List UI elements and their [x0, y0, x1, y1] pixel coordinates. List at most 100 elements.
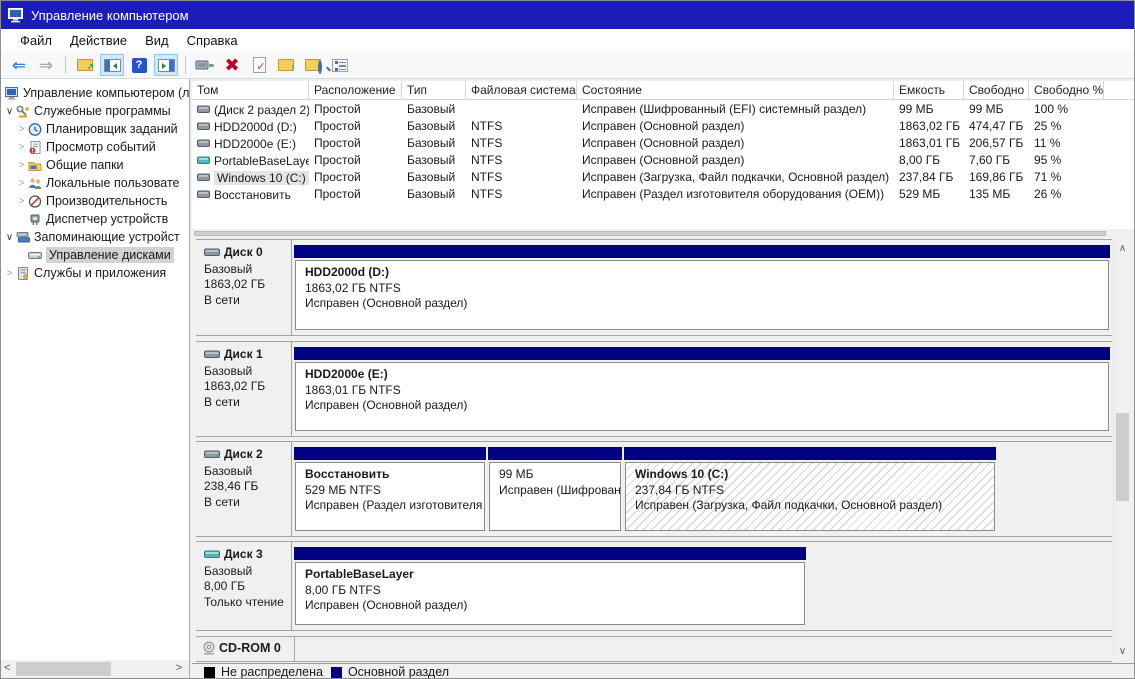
column-header-status[interactable]: Состояние — [577, 81, 894, 100]
partition-status: Исправен (Раздел изготовителя оборудован… — [305, 498, 484, 512]
disk2-info[interactable]: Диск 2 Базовый 238,46 ГБ В сети — [196, 442, 292, 536]
scroll-up-icon[interactable]: ∧ — [1114, 243, 1131, 254]
column-header-free[interactable]: Свободно — [964, 81, 1029, 100]
partition-efi[interactable]: 99 МБ Исправен (Шифрованный (EFI) систем… — [488, 447, 622, 531]
cdrom-separator — [294, 637, 295, 661]
help-button[interactable]: ? — [127, 54, 151, 76]
toolbar: ⇐ ⇒ ↗ ? ✖ ✓ ↑ — [1, 52, 1134, 79]
volume-capacity: 1863,01 ГБ — [899, 136, 961, 150]
disk-name: Диск 0 — [224, 245, 263, 259]
volume-row-hdd2000e[interactable]: HDD2000e (E:) — [192, 134, 309, 151]
show-action-pane-button[interactable] — [154, 54, 178, 76]
volume-row-windows10[interactable]: Windows 10 (C:) — [192, 168, 309, 185]
volume-row-disk2-part2[interactable]: (Диск 2 раздел 2) — [192, 100, 309, 117]
tree-item-performance[interactable]: > Производительность — [1, 192, 189, 210]
chevron-collapsed-icon[interactable]: > — [3, 268, 16, 279]
column-header-free-pct[interactable]: Свободно % — [1029, 81, 1104, 100]
volume-status: Исправен (Основной раздел) — [582, 119, 745, 133]
list-horizontal-scrollbar[interactable] — [192, 230, 1134, 237]
volume-status: Исправен (Раздел изготовителя оборудован… — [582, 187, 885, 201]
partition-windows10[interactable]: Windows 10 (C:) 237,84 ГБ NTFS Исправен … — [624, 447, 996, 531]
disk3-info[interactable]: Диск 3 Базовый 8,00 ГБ Только чтение — [196, 542, 292, 630]
column-header-volume[interactable]: Том — [192, 81, 309, 100]
tree-item-system-tools[interactable]: ∨ Служебные программы — [1, 102, 189, 120]
back-button[interactable]: ⇐ — [7, 54, 31, 76]
column-header-type[interactable]: Тип — [402, 81, 466, 100]
chevron-collapsed-icon[interactable]: > — [15, 196, 28, 207]
volume-icon — [197, 190, 210, 198]
partition-hdd2000e[interactable]: HDD2000e (E:) 1863,01 ГБ NTFS Исправен (… — [294, 347, 1110, 431]
disk-row-2: Диск 2 Базовый 238,46 ГБ В сети Восстано… — [196, 441, 1112, 537]
explore-button[interactable] — [301, 54, 325, 76]
disk2-strip: Восстановить 529 МБ NTFS Исправен (Разде… — [294, 442, 1110, 536]
tree-item-event-viewer[interactable]: > Просмотр событий — [1, 138, 189, 156]
tree-item-disk-management[interactable]: Управление дисками — [1, 246, 189, 264]
tree-item-computer-management[interactable]: Управление компьютером (л — [1, 84, 189, 102]
volume-capacity: 8,00 ГБ — [899, 153, 941, 167]
tree-item-label: Запоминающие устройст — [34, 230, 180, 244]
menu-view[interactable]: Вид — [136, 31, 178, 50]
back-icon: ⇐ — [11, 55, 27, 75]
menu-file[interactable]: Файл — [11, 31, 61, 50]
volume-capacity: 1863,02 ГБ — [899, 119, 961, 133]
scroll-left-icon[interactable]: < — [4, 662, 10, 674]
export-list-button[interactable]: ↗ — [73, 54, 97, 76]
disk0-info[interactable]: Диск 0 Базовый 1863,02 ГБ В сети — [196, 240, 292, 335]
partition-portablebaselayer[interactable]: PortableBaseLayer 8,00 ГБ NTFS Исправен … — [294, 547, 806, 625]
volume-icon — [197, 173, 210, 181]
column-header-filesystem[interactable]: Файловая система — [466, 81, 577, 100]
tree-item-task-scheduler[interactable]: > Планировщик заданий — [1, 120, 189, 138]
tree-item-storage[interactable]: ∨ Запоминающие устройст — [1, 228, 189, 246]
properties-button[interactable] — [328, 54, 352, 76]
delete-volume-button[interactable]: ✖ — [220, 54, 244, 76]
volume-row-recovery[interactable]: Восстановить — [192, 185, 309, 202]
cdrom-row[interactable]: CD-ROM 0 — [196, 636, 1112, 662]
tree-item-label: Производительность — [46, 194, 168, 208]
volume-filler — [1104, 117, 1134, 134]
chevron-expanded-icon[interactable]: ∨ — [3, 232, 16, 243]
show-console-tree-button[interactable] — [100, 54, 124, 76]
folder-up-button[interactable]: ↑ — [274, 54, 298, 76]
column-header-capacity[interactable]: Емкость — [894, 81, 964, 100]
disk1-info[interactable]: Диск 1 Базовый 1863,02 ГБ В сети — [196, 342, 292, 436]
menu-help[interactable]: Справка — [178, 31, 247, 50]
disk-state: В сети — [204, 494, 240, 509]
chevron-collapsed-icon[interactable]: > — [15, 124, 28, 135]
tree-item-local-users[interactable]: > Локальные пользовате — [1, 174, 189, 192]
scrollbar-thumb[interactable] — [1116, 413, 1129, 501]
chevron-expanded-icon[interactable]: ∨ — [3, 106, 16, 117]
menu-action[interactable]: Действие — [61, 31, 136, 50]
tree-item-device-manager[interactable]: Диспетчер устройств — [1, 210, 189, 228]
volume-free: 474,47 ГБ — [969, 119, 1024, 133]
volume-fs: NTFS — [471, 119, 503, 133]
scroll-right-icon[interactable]: > — [176, 662, 182, 674]
tree-item-shared-folders[interactable]: > Общие папки — [1, 156, 189, 174]
validate-button[interactable]: ✓ — [247, 54, 271, 76]
graph-vertical-scrollbar[interactable]: ∧ ∨ — [1113, 241, 1130, 659]
storage-icon — [16, 231, 30, 242]
partition-hdd2000d[interactable]: HDD2000d (D:) 1863,02 ГБ NTFS Исправен (… — [294, 245, 1110, 330]
chevron-collapsed-icon[interactable]: > — [15, 142, 28, 153]
volume-name: Windows 10 (C:) — [214, 170, 309, 185]
volume-icon — [197, 156, 210, 164]
volume-filler — [1104, 151, 1134, 168]
partition-name: HDD2000e (E:) — [305, 367, 388, 381]
volume-row-hdd2000d[interactable]: HDD2000d (D:) — [192, 117, 309, 134]
volume-row-portablebaselayer[interactable]: PortableBaseLayer — [192, 151, 309, 168]
scroll-down-icon[interactable]: ∨ — [1114, 646, 1131, 657]
remote-connection-button[interactable] — [193, 54, 217, 76]
primary-partition-bar — [294, 245, 1110, 258]
tree-item-services[interactable]: > Службы и приложения — [1, 264, 189, 282]
sidebar-horizontal-scrollbar[interactable]: < > — [1, 660, 189, 678]
volume-layout: Простой — [314, 187, 361, 201]
partition-recovery[interactable]: Восстановить 529 МБ NTFS Исправен (Разде… — [294, 447, 486, 531]
scrollbar-thumb[interactable] — [194, 231, 1106, 236]
chevron-collapsed-icon[interactable]: > — [15, 178, 28, 189]
scrollbar-thumb[interactable] — [16, 662, 111, 676]
column-header-layout[interactable]: Расположение — [309, 81, 402, 100]
chevron-collapsed-icon[interactable]: > — [15, 160, 28, 171]
folder-search-icon — [305, 59, 322, 74]
console-tree-icon — [103, 58, 121, 72]
cdrom-icon — [203, 641, 215, 655]
forward-button[interactable]: ⇒ — [34, 54, 58, 76]
